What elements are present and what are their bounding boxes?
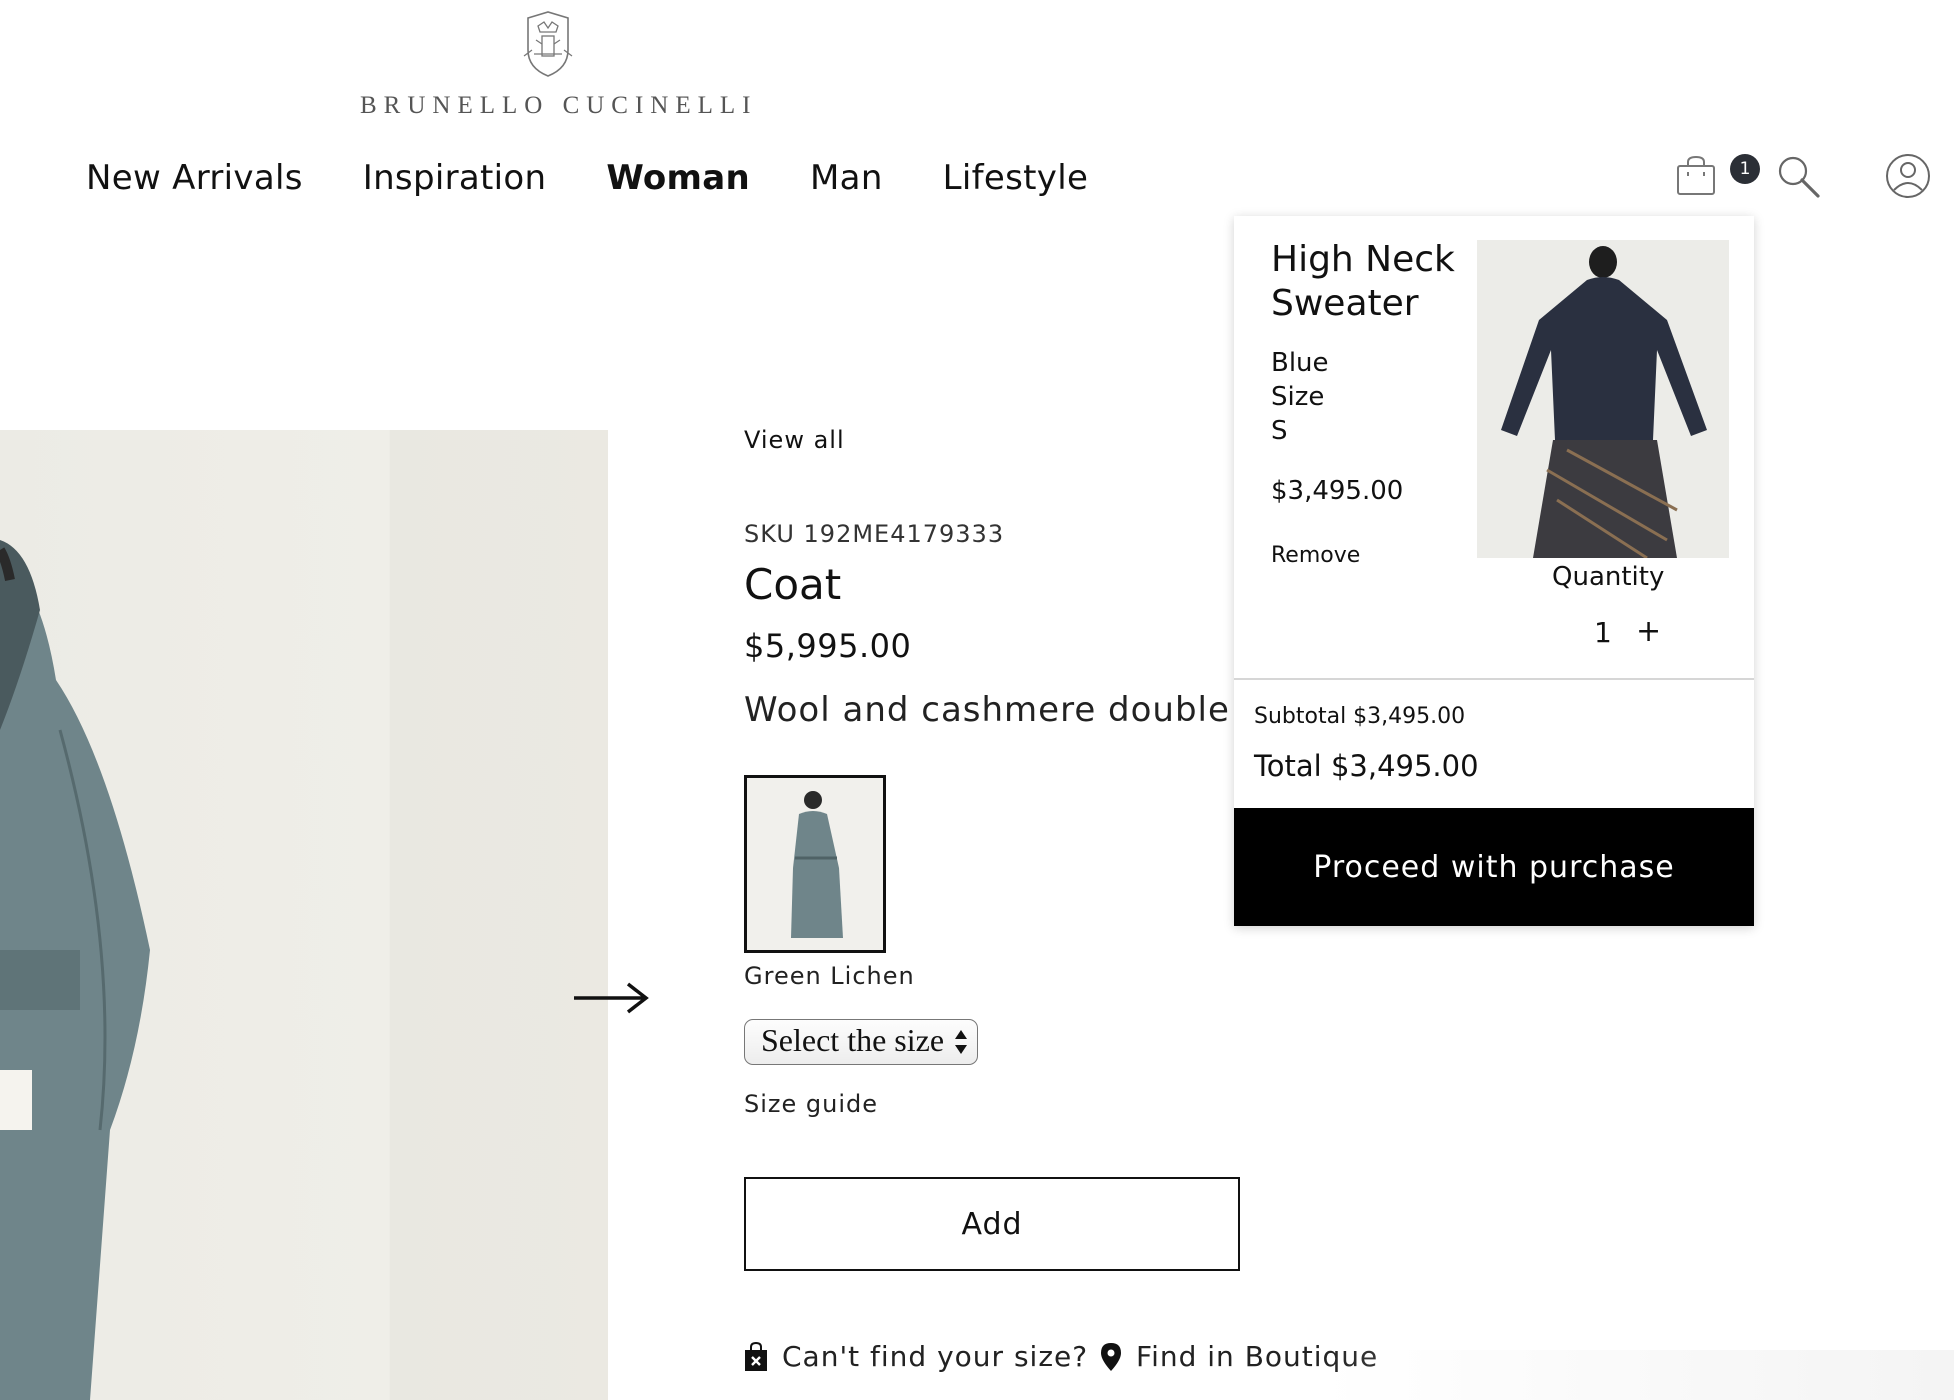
cart-item-remove-link[interactable]: Remove [1271, 543, 1360, 568]
view-all-link[interactable]: View all [744, 426, 845, 454]
brand-seal-icon [523, 11, 572, 77]
size-guide-link[interactable]: Size guide [744, 1090, 878, 1118]
nav-item-woman[interactable]: Woman [606, 158, 750, 198]
size-select[interactable]: Select the size [744, 1019, 978, 1065]
cart-item-price: $3,495.00 [1271, 476, 1404, 506]
quantity-increase-button[interactable]: + [1636, 614, 1661, 649]
location-pin-icon [1101, 1342, 1121, 1371]
cart-subtotal: Subtotal $3,495.00 [1254, 704, 1466, 729]
brand-logo[interactable]: BRUNELLO CUCINELLI [360, 10, 758, 125]
nav-item-inspiration[interactable]: Inspiration [363, 158, 547, 198]
bottom-fade [1320, 1350, 1954, 1400]
cart-item-color: Blue [1271, 348, 1329, 378]
cart-item-size-label: Size [1271, 382, 1325, 412]
cant-find-size-label: Can't find your size? [782, 1340, 1089, 1373]
add-to-cart-button[interactable]: Add [744, 1177, 1240, 1271]
nav-item-man[interactable]: Man [810, 158, 883, 198]
quantity-value: 1 [1594, 616, 1612, 649]
product-main-image [0, 430, 608, 1400]
cart-item-image [1477, 240, 1729, 558]
shopping-bag-icon [1677, 155, 1715, 195]
color-swatch-green-lichen[interactable] [744, 775, 886, 953]
brand-name: BRUNELLO CUCINELLI [360, 92, 758, 119]
cart-item-name: High Neck Sweater [1271, 239, 1455, 324]
color-label: Green Lichen [744, 962, 915, 990]
nav-item-lifestyle[interactable]: Lifestyle [943, 158, 1089, 198]
cart-count-badge: 1 [1730, 154, 1760, 184]
size-select-value: Select the size [761, 1022, 945, 1058]
proceed-with-purchase-button[interactable]: Proceed with purchase [1234, 808, 1754, 926]
cart-item-size: S [1271, 416, 1288, 446]
shopping-bag-button[interactable]: 1 [1674, 154, 1760, 198]
arrow-right-icon [574, 982, 649, 1014]
cant-find-size-link[interactable]: Can't find your size? [744, 1340, 1088, 1373]
search-icon [1778, 156, 1820, 198]
main-nav: New Arrivals Inspiration Woman Man Lifes… [86, 158, 1088, 198]
select-arrows-icon [955, 1030, 967, 1054]
product-description: Wool and cashmere double cl [744, 690, 1232, 730]
product-title: Coat [744, 560, 842, 609]
minicart-divider [1234, 678, 1754, 680]
swatch-thumbnail [747, 778, 883, 950]
account-button[interactable] [1884, 152, 1932, 200]
product-sku: SKU 192ME4179333 [744, 520, 1005, 548]
account-icon [1886, 154, 1930, 198]
next-image-button[interactable] [570, 978, 652, 1018]
quantity-label: Quantity [1552, 562, 1665, 592]
cart-total: Total $3,495.00 [1254, 749, 1479, 783]
nav-item-new-arrivals[interactable]: New Arrivals [86, 158, 303, 198]
search-button[interactable] [1776, 154, 1822, 200]
shopping-bag-x-icon [745, 1341, 767, 1371]
minicart-dropdown: High Neck Sweater Blue Size S $3,495.00 … [1234, 216, 1754, 926]
product-price: $5,995.00 [744, 627, 912, 665]
header-actions: 1 [1654, 146, 1954, 206]
